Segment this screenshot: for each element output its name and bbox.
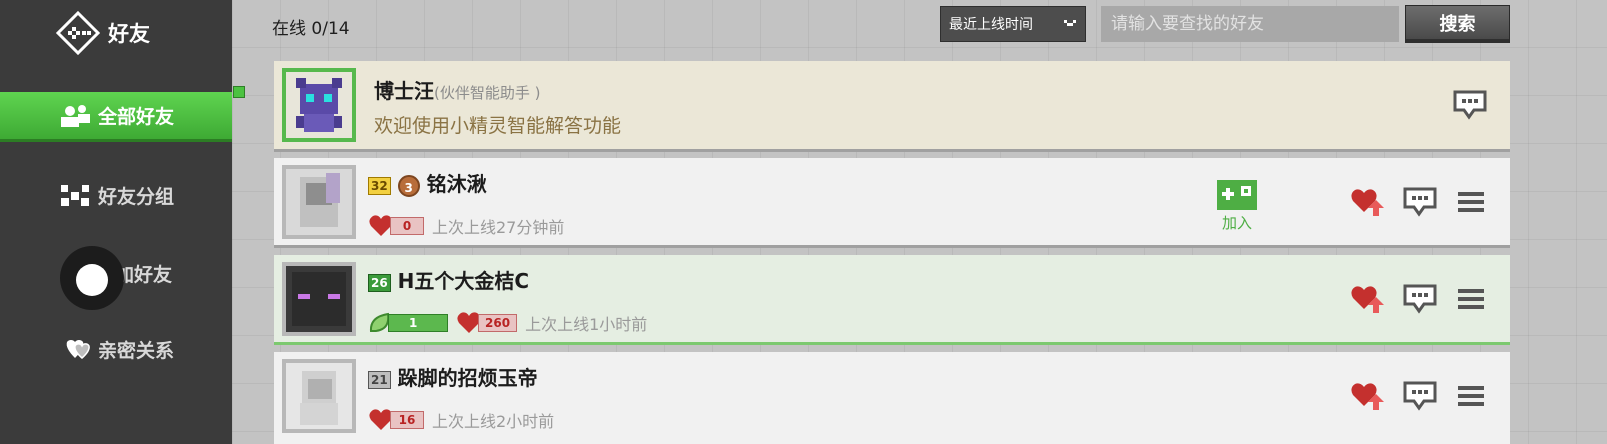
gamepad-icon	[1222, 186, 1251, 200]
friend-avatar	[282, 359, 356, 433]
intimacy-value: 260	[456, 311, 518, 335]
group-icon	[60, 185, 89, 206]
send-intimacy-button[interactable]	[1350, 186, 1386, 218]
assistant-welcome-text: 欢迎使用小精灵智能解答功能	[374, 115, 622, 137]
sidebar-item-all-friends[interactable]: 全部好友	[0, 92, 232, 142]
more-options-button[interactable]	[1454, 283, 1490, 315]
assistant-avatar	[282, 68, 356, 142]
floating-assistive-button[interactable]	[60, 246, 124, 310]
friend-avatar	[282, 165, 356, 239]
assistant-subtitle: (伙伴智能助手 )	[434, 84, 541, 102]
sidebar: 好友 全部好友 好友分组 添加好友 亲密关系	[0, 0, 232, 444]
last-online-text: 上次上线1小时前	[525, 315, 648, 334]
assistant-name: 博士汪	[374, 79, 434, 103]
intimacy-value: 0	[368, 214, 424, 238]
chevron-down-icon	[1064, 20, 1076, 26]
friend-card[interactable]: 26 H五个大金桔C 1 260 上次上线1小时前	[274, 255, 1510, 345]
friends-icon	[60, 104, 90, 127]
chat-bubble-icon	[1453, 90, 1487, 120]
friend-name-line: 26 H五个大金桔C	[368, 265, 529, 294]
last-online-text: 上次上线27分钟前	[432, 218, 565, 237]
sidebar-title: 好友	[108, 22, 150, 46]
menu-lines-icon	[1458, 289, 1484, 309]
send-intimacy-button[interactable]	[1350, 283, 1386, 315]
assistant-name-line: 博士汪(伙伴智能助手 )	[374, 75, 540, 104]
friend-card[interactable]: 32 3 铭沐湫 0 上次上线27分钟前 加入	[274, 158, 1510, 248]
chat-bubble-icon	[1403, 187, 1437, 217]
active-tab-marker	[233, 86, 245, 98]
last-online-text: 上次上线2小时前	[432, 412, 555, 431]
level-badge: 26	[368, 273, 391, 292]
heart-up-icon	[1351, 383, 1384, 410]
heart-up-icon	[1351, 286, 1384, 313]
menu-lines-icon	[1458, 386, 1484, 406]
assistant-card[interactable]: 博士汪(伙伴智能助手 ) 欢迎使用小精灵智能解答功能	[274, 61, 1510, 152]
friend-avatar	[282, 262, 356, 336]
intimacy-value: 16	[368, 408, 424, 432]
level-badge: 21	[368, 370, 391, 389]
sidebar-header: 好友	[56, 8, 150, 58]
chat-bubble-icon	[1403, 284, 1437, 314]
friend-name-line: 32 3 铭沐湫	[368, 168, 487, 197]
sort-selected-value: 最近上线时间	[949, 17, 1033, 33]
intimacy-hearts-icon	[66, 340, 90, 359]
chat-button[interactable]	[1402, 380, 1438, 412]
chat-button[interactable]	[1452, 89, 1488, 121]
back-arrow-icon[interactable]	[56, 11, 100, 55]
sort-dropdown[interactable]: 最近上线时间	[940, 6, 1086, 42]
more-options-button[interactable]	[1454, 380, 1490, 412]
chat-button[interactable]	[1402, 283, 1438, 315]
heart-up-icon	[1351, 189, 1384, 216]
rank-badge: 3	[397, 174, 420, 197]
friend-name-line: 21 跺脚的招烦玉帝	[368, 362, 538, 391]
sidebar-item-label: 全部好友	[97, 106, 174, 128]
join-label: 加入	[1221, 214, 1252, 232]
sidebar-item-friend-groups[interactable]: 好友分组	[0, 170, 232, 220]
search-input[interactable]	[1101, 6, 1399, 42]
send-intimacy-button[interactable]	[1350, 380, 1386, 412]
friend-name: 铭沐湫	[426, 172, 487, 196]
chat-button[interactable]	[1402, 186, 1438, 218]
online-count: 在线 0/14	[272, 19, 350, 39]
friends-screen: 好友 全部好友 好友分组 添加好友 亲密关系 在线 0/14 最近上线时间 请输…	[0, 0, 1607, 444]
friend-stats: 16 上次上线2小时前	[368, 408, 554, 432]
sidebar-item-intimacy[interactable]: 亲密关系	[0, 324, 232, 374]
friend-stats: 1 260 上次上线1小时前	[368, 311, 647, 335]
menu-lines-icon	[1458, 192, 1484, 212]
sidebar-item-label: 亲密关系	[97, 339, 174, 362]
sidebar-item-label: 好友分组	[97, 185, 174, 208]
green-stat-value: 1	[368, 311, 448, 335]
level-badge: 32	[368, 176, 391, 195]
search-button[interactable]: 搜索	[1405, 5, 1510, 43]
friend-card[interactable]: 21 跺脚的招烦玉帝 16 上次上线2小时前	[274, 352, 1510, 444]
chat-bubble-icon	[1403, 381, 1437, 411]
join-game-button[interactable]: 加入	[1216, 180, 1258, 233]
friend-name: H五个大金桔C	[397, 269, 530, 293]
more-options-button[interactable]	[1454, 186, 1490, 218]
friend-name: 跺脚的招烦玉帝	[397, 366, 538, 390]
friend-stats: 0 上次上线27分钟前	[368, 214, 564, 238]
